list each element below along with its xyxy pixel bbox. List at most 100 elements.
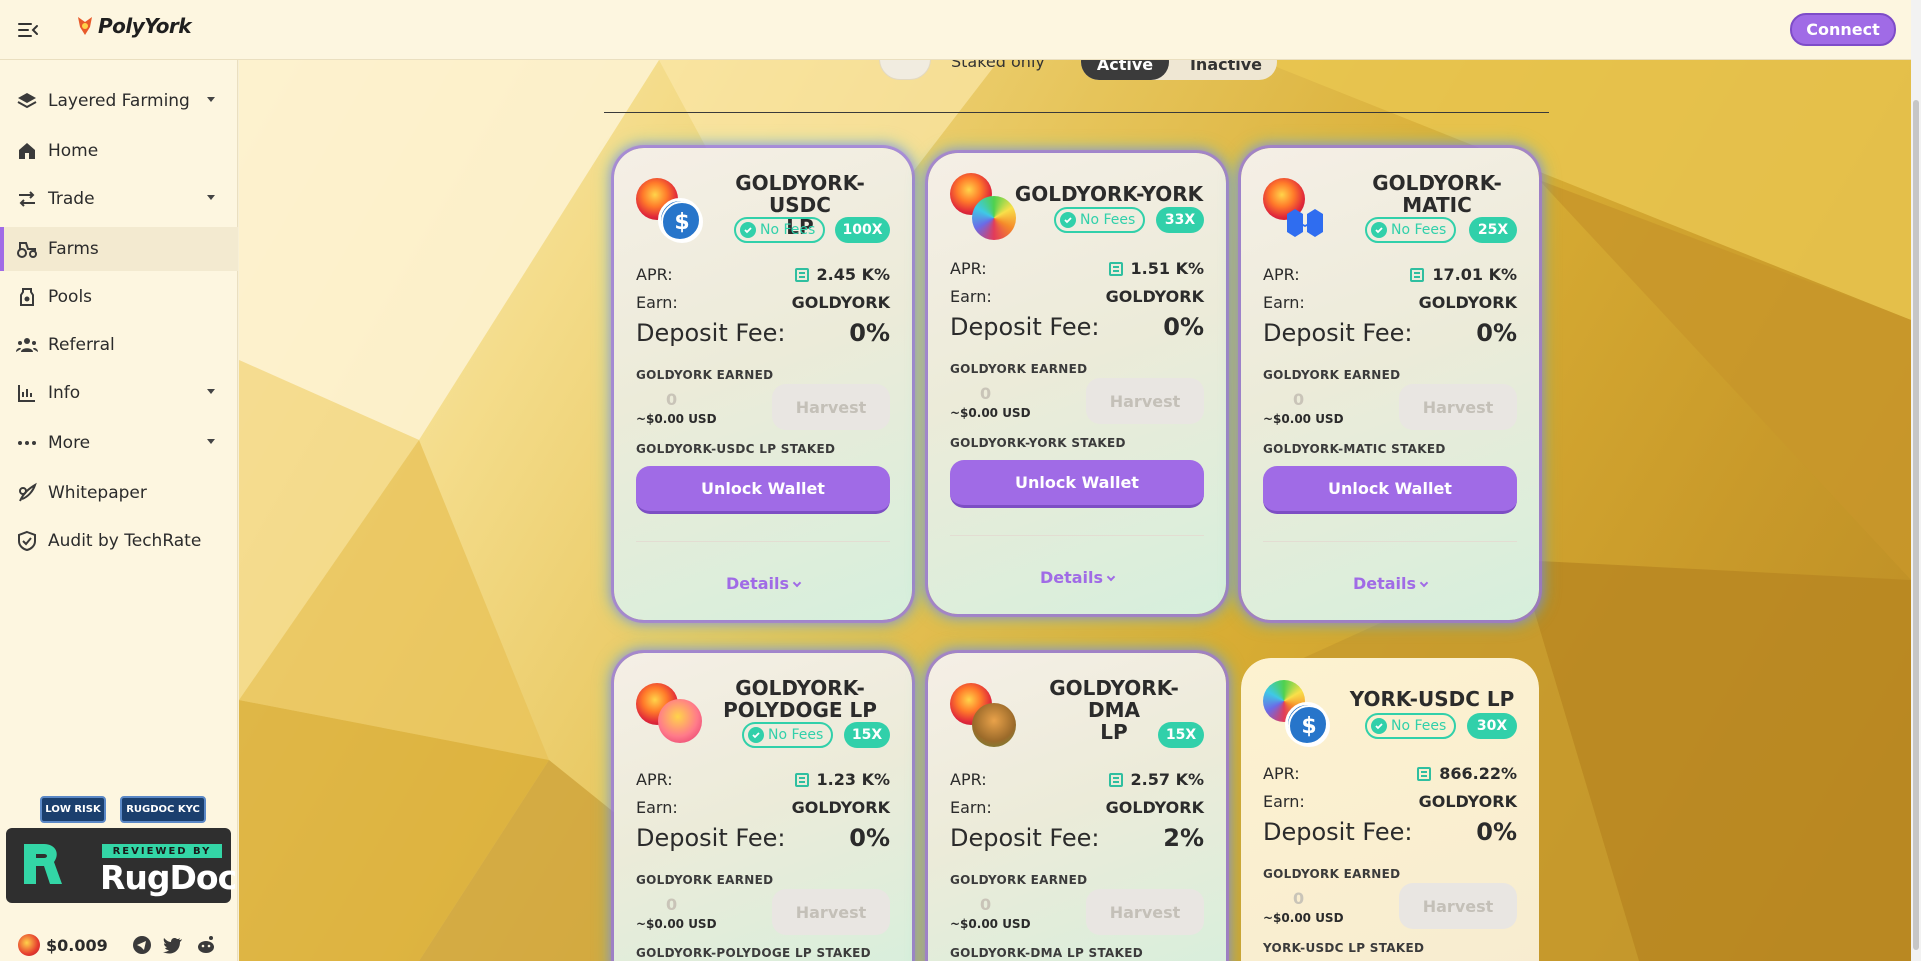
chevron-down-icon [1106,572,1116,582]
earned-usd: ~$0.00 USD [1263,911,1344,925]
sidebar-item-audit[interactable]: Audit by TechRate [0,519,238,563]
farm-title: GOLDYORK-DMA [1049,676,1179,722]
deposit-fee-value: 2% [1163,824,1204,852]
deposit-fee-label: Deposit Fee: [950,824,1100,852]
earned-amount: 0 [1293,889,1305,908]
farm-card: GOLDYORK-YORK No Fees 33X APR: 1.51 K% E… [928,153,1226,614]
brand-logo[interactable]: PolyYork [76,14,192,38]
earned-amount: 0 [980,895,992,914]
calculator-icon[interactable] [1108,772,1123,787]
sidebar-item-label: Info [48,383,81,403]
active-inactive-switch: Active Inactive [1081,60,1277,80]
harvest-button[interactable]: Harvest [1399,384,1517,430]
sidebar-item-more[interactable]: More [0,421,238,465]
details-toggle[interactable]: Details [928,568,1226,587]
earned-caption: GOLDYORK EARNED [636,368,774,382]
apr-value: 866.22% [1439,764,1517,783]
dma-token-icon [972,703,1016,747]
rugdoc-kyc-badge[interactable]: RUGDOC KYC [120,796,206,823]
details-label: Details [725,574,790,593]
check-icon [1060,212,1076,228]
apr-label: APR: [950,770,987,789]
apr-value: 2.45 K% [816,265,890,284]
details-toggle[interactable]: Details [1241,574,1539,593]
earned-usd: ~$0.00 USD [636,917,717,931]
page-scrollbar[interactable] [1911,0,1921,961]
farm-title: GOLDYORK- [1372,171,1502,195]
calculator-icon[interactable] [1410,267,1425,282]
multiplier-badge: 30X [1467,713,1517,739]
apr-value: 17.01 K% [1432,265,1517,284]
twitter-icon[interactable] [163,935,183,955]
sidebar-item-label: Referral [48,335,115,355]
earned-usd: ~$0.00 USD [636,412,717,426]
reddit-icon[interactable] [196,935,216,955]
earned-amount: 0 [666,895,678,914]
sidebar-item-pools[interactable]: Pools [0,275,238,319]
details-label: Details [1352,574,1417,593]
no-fees-label: No Fees [1080,212,1136,228]
sidebar-item-label: Home [48,141,99,161]
menu-collapse-icon[interactable] [16,18,40,42]
apr-value: 1.51 K% [1130,259,1204,278]
harvest-button[interactable]: Harvest [772,889,890,935]
unlock-wallet-button[interactable]: Unlock Wallet [636,466,890,514]
tab-active[interactable]: Active [1081,60,1169,80]
apr-value-row: 1.51 K% [1108,259,1204,278]
apr-value-row: 2.45 K% [794,265,890,284]
farm-title-line2: MATIC [1402,193,1472,217]
sidebar-item-referral[interactable]: Referral [0,323,238,367]
details-label: Details [1039,568,1104,587]
harvest-button[interactable]: Harvest [1086,378,1204,424]
farm-card: GOLDYORK- MATIC No Fees 25X APR: 17.01 K… [1241,148,1539,620]
tab-inactive[interactable]: Inactive [1181,60,1271,80]
deposit-fee-value: 0% [1476,319,1517,347]
scrollbar-thumb[interactable] [1913,100,1919,950]
calculator-icon[interactable] [1108,261,1123,276]
staked-caption: GOLDYORK-POLYDOGE LP STAKED [636,946,871,960]
connect-button[interactable]: Connect [1790,13,1896,46]
unlock-wallet-button[interactable]: Unlock Wallet [950,460,1204,508]
no-fees-badge: No Fees [742,722,834,748]
rugdoc-badge[interactable]: REVIEWED BY RugDoc [6,828,237,903]
apr-value-row: 866.22% [1417,764,1517,783]
deposit-fee-label: Deposit Fee: [1263,319,1413,347]
multiplier-badge: 25X [1469,217,1517,243]
low-risk-badge[interactable]: LOW RISK [40,796,106,823]
sidebar-item-whitepaper[interactable]: Whitepaper [0,471,238,515]
card-divider [1263,541,1517,542]
token-price[interactable]: $0.009 [18,934,108,956]
apr-label: APR: [636,770,673,789]
deposit-fee-value: 0% [849,824,890,852]
earned-caption: GOLDYORK EARNED [636,873,774,887]
sidebar-item-layered-farming[interactable]: Layered Farming [0,79,238,123]
calculator-icon[interactable] [794,267,809,282]
earn-label: Earn: [636,293,678,312]
apr-value-row: 2.57 K% [1108,770,1204,789]
sidebar-item-farms[interactable]: Farms [0,227,238,271]
earned-amount: 0 [980,384,992,403]
earn-label: Earn: [1263,293,1305,312]
earn-value: GOLDYORK [1105,798,1204,817]
section-divider [604,112,1549,113]
york-token-icon [18,934,40,956]
details-toggle[interactable]: Details [614,574,912,593]
no-fees-badge: No Fees [1054,207,1146,233]
sidebar-item-label: More [48,433,91,453]
usdc-token-icon [1285,702,1330,747]
calculator-icon[interactable] [794,772,809,787]
telegram-icon[interactable] [132,935,152,955]
staked-only-toggle[interactable] [879,60,931,80]
sidebar-item-info[interactable]: Info [0,371,238,415]
earn-label: Earn: [950,287,992,306]
chevron-down-icon [207,439,215,444]
layers-icon [16,90,38,112]
calculator-icon[interactable] [1417,766,1432,781]
sidebar-item-trade[interactable]: Trade [0,177,238,221]
unlock-wallet-button[interactable]: Unlock Wallet [1263,466,1517,514]
harvest-button[interactable]: Harvest [1399,883,1517,929]
harvest-button[interactable]: Harvest [1086,889,1204,935]
sidebar-item-home[interactable]: Home [0,129,238,173]
harvest-button[interactable]: Harvest [772,384,890,430]
earn-label: Earn: [636,798,678,817]
